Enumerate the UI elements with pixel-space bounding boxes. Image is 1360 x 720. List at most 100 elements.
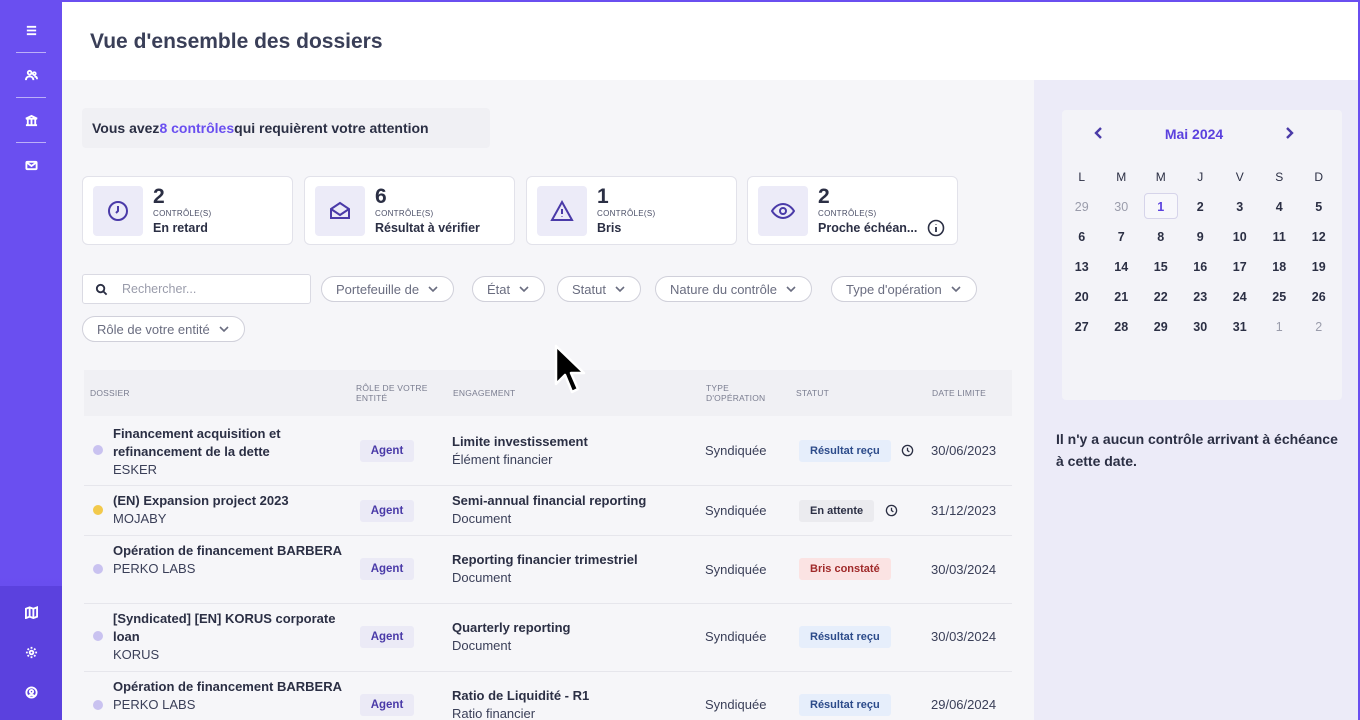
calendar-day[interactable]: 12 <box>1299 222 1339 252</box>
calendar-day[interactable]: 15 <box>1141 252 1181 282</box>
attention-suffix: qui requièrent votre attention <box>234 120 429 136</box>
dossier-title: Opération de financement BARBERA <box>113 543 342 558</box>
calendar-day[interactable]: 20 <box>1062 282 1102 312</box>
weekday: M <box>1155 170 1166 184</box>
stat-card-breach[interactable]: 1 CONTRÔLE(S) Bris <box>526 176 737 245</box>
operation-type: Syndiquée <box>705 562 767 577</box>
calendar-day[interactable]: 27 <box>1062 312 1102 342</box>
info-icon[interactable] <box>927 219 945 237</box>
stat-card-verify[interactable]: 6 CONTRÔLE(S) Résultat à vérifier <box>304 176 515 245</box>
calendar-day[interactable]: 31 <box>1220 312 1260 342</box>
calendar-day[interactable]: 13 <box>1062 252 1102 282</box>
sun-icon <box>93 505 103 515</box>
calendar-day[interactable]: 30 <box>1181 312 1221 342</box>
calendar-day[interactable]: 2 <box>1299 312 1339 342</box>
calendar-day[interactable]: 11 <box>1260 222 1300 252</box>
filter-portfolio[interactable]: Portefeuille de <box>321 276 455 302</box>
calendar-day[interactable]: 21 <box>1102 282 1142 312</box>
calendar-day[interactable]: 19 <box>1299 252 1339 282</box>
row-dossier[interactable]: Opération de financement BARBERA PERKO L… <box>113 678 343 714</box>
calendar-day[interactable]: 1 <box>1260 312 1300 342</box>
engagement-type: Document <box>452 570 512 585</box>
calendar-day[interactable]: 7 <box>1102 222 1142 252</box>
column-engagement[interactable]: ENGAGEMENT <box>453 388 515 398</box>
calendar-day[interactable]: 3 <box>1220 192 1260 222</box>
calendar-day[interactable]: 23 <box>1181 282 1221 312</box>
column-role[interactable]: RÔLE DE VOTRE ENTITÉ <box>356 383 436 403</box>
row-engagement: Ratio de Liquidité - R1 Ratio financier <box>452 687 589 720</box>
search-input[interactable] <box>122 282 302 296</box>
table-row[interactable]: Opération de financement BARBERA PERKO L… <box>84 536 1012 604</box>
calendar-day[interactable]: 30 <box>1102 192 1142 222</box>
row-dossier[interactable]: Financement acquisition et refinancement… <box>113 425 343 479</box>
stat-icon-box <box>758 186 808 236</box>
calendar-next-button[interactable] <box>1282 126 1300 144</box>
chevron-down-icon <box>428 286 438 293</box>
table-row[interactable]: Opération de financement BARBERA PERKO L… <box>84 672 1012 720</box>
sidebar-item-settings[interactable] <box>0 632 62 672</box>
filter-status[interactable]: Statut <box>557 276 641 302</box>
row-dossier[interactable]: [Syndicated] [EN] KORUS corporate loan K… <box>113 610 343 664</box>
calendar-day[interactable]: 5 <box>1299 192 1339 222</box>
filter-operation-type[interactable]: Type d'opération <box>831 276 977 302</box>
engagement-type: Élément financier <box>452 452 553 467</box>
stat-sub: CONTRÔLE(S) <box>597 209 656 218</box>
status-badge: Résultat reçu <box>799 626 891 648</box>
menu-icon <box>26 25 36 35</box>
row-dossier[interactable]: (EN) Expansion project 2023 MOJABY <box>113 492 343 528</box>
calendar-day[interactable]: 25 <box>1260 282 1300 312</box>
sidebar-item-profile[interactable] <box>0 672 62 712</box>
calendar-day[interactable]: 10 <box>1220 222 1260 252</box>
engagement-name: Reporting financier trimestriel <box>452 552 638 567</box>
calendar-day-selected[interactable]: 1 <box>1141 192 1181 222</box>
calendar-day[interactable]: 17 <box>1220 252 1260 282</box>
calendar-day[interactable]: 29 <box>1141 312 1181 342</box>
stat-label: Proche échéan... <box>818 221 918 235</box>
sidebar-item-map[interactable] <box>0 592 62 632</box>
calendar-day[interactable]: 4 <box>1260 192 1300 222</box>
sidebar-item-messages[interactable] <box>0 151 62 179</box>
filter-label: Statut <box>572 281 606 297</box>
calendar-day[interactable]: 9 <box>1181 222 1221 252</box>
calendar-day[interactable]: 26 <box>1299 282 1339 312</box>
column-status[interactable]: STATUT <box>796 388 829 398</box>
filter-state[interactable]: État <box>472 276 546 302</box>
stat-icon-box <box>537 186 587 236</box>
operation-type: Syndiquée <box>705 503 767 518</box>
row-dossier[interactable]: Opération de financement BARBERA PERKO L… <box>113 542 343 578</box>
menu-button[interactable] <box>0 16 62 44</box>
attention-prefix: Vous avez <box>92 120 160 136</box>
dossier-client: ESKER <box>113 462 158 477</box>
calendar-day[interactable]: 14 <box>1102 252 1142 282</box>
sidebar-item-users[interactable] <box>0 61 62 89</box>
calendar-day[interactable]: 22 <box>1141 282 1181 312</box>
calendar-day[interactable]: 28 <box>1102 312 1142 342</box>
calendar-day[interactable]: 18 <box>1260 252 1300 282</box>
table-header: DOSSIER RÔLE DE VOTRE ENTITÉ ENGAGEMENT … <box>84 370 1012 416</box>
empty-state-message: Il n'y a aucun contrôle arrivant à échéa… <box>1056 431 1338 469</box>
calendar-day[interactable]: 2 <box>1181 192 1221 222</box>
column-dossier[interactable]: DOSSIER <box>90 388 130 398</box>
operation-type: Syndiquée <box>705 697 767 712</box>
calendar-day[interactable]: 16 <box>1181 252 1221 282</box>
stat-card-due-soon[interactable]: 2 CONTRÔLE(S) Proche échéan... <box>747 176 958 245</box>
column-due-date[interactable]: DATE LIMITE <box>932 388 986 398</box>
table-row[interactable]: Financement acquisition et refinancement… <box>84 416 1012 486</box>
chevron-right-icon <box>1286 127 1294 139</box>
operation-type: Syndiquée <box>705 443 767 458</box>
attention-count[interactable]: 8 contrôles <box>159 120 234 136</box>
calendar-day[interactable]: 8 <box>1141 222 1181 252</box>
filter-entity-role[interactable]: Rôle de votre entité <box>82 316 245 342</box>
bank-icon <box>93 700 103 710</box>
table-row[interactable]: (EN) Expansion project 2023 MOJABY Agent… <box>84 486 1012 536</box>
calendar-day[interactable]: 24 <box>1220 282 1260 312</box>
filter-control-nature[interactable]: Nature du contrôle <box>655 276 812 302</box>
table-row[interactable]: [Syndicated] [EN] KORUS corporate loan K… <box>84 604 1012 672</box>
sidebar-item-bank[interactable] <box>0 106 62 134</box>
stat-card-late[interactable]: 2 CONTRÔLE(S) En retard <box>82 176 293 245</box>
stat-sub: CONTRÔLE(S) <box>818 209 877 218</box>
calendar-day[interactable]: 6 <box>1062 222 1102 252</box>
calendar-day[interactable]: 29 <box>1062 192 1102 222</box>
column-operation-type[interactable]: TYPE D'OPÉRATION <box>706 383 776 403</box>
due-date: 29/06/2024 <box>931 697 997 712</box>
